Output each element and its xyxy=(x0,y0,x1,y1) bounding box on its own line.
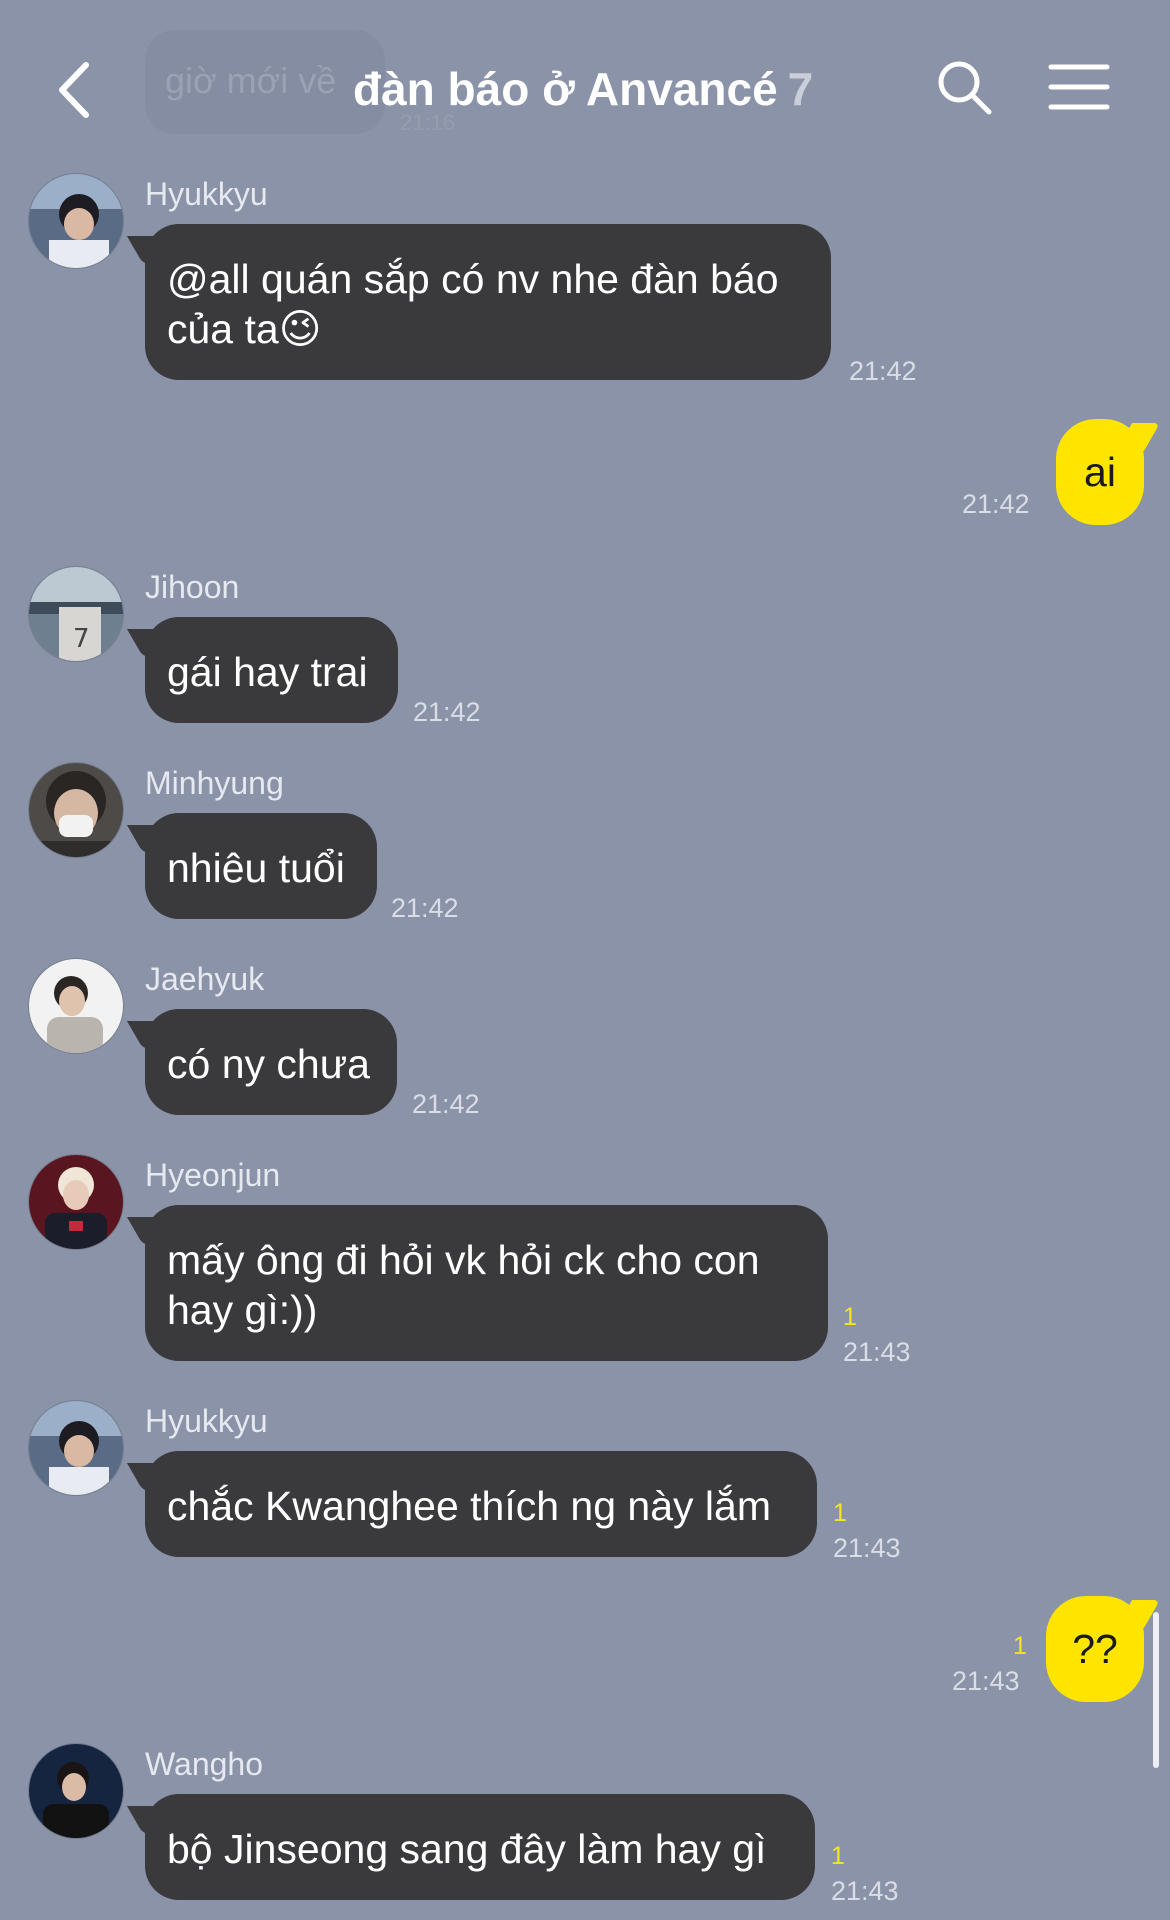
avatar-jaehyuk[interactable] xyxy=(29,959,123,1053)
message-text: mấy ông đi hỏi vk hỏi ck cho con hay gì:… xyxy=(167,1237,760,1333)
sender-name: Hyukkyu xyxy=(145,176,268,212)
sender-name: Wangho xyxy=(145,1746,263,1782)
message-time: 21:43 xyxy=(831,1876,899,1906)
scrollbar[interactable] xyxy=(1153,1612,1159,1768)
message-time: 21:42 xyxy=(412,1089,480,1119)
avatar-photo xyxy=(29,1744,123,1838)
message-text: ai xyxy=(1084,449,1116,495)
sender-name: Hyeonjun xyxy=(145,1157,281,1193)
message-text: bộ Jinseong sang đây làm hay gì xyxy=(167,1826,767,1872)
avatar-photo xyxy=(29,1401,123,1495)
chat-header: giờ mới về 21:16 đàn báo ở Anvancé 7 xyxy=(0,0,1170,180)
message-time: 21:43 xyxy=(833,1533,901,1563)
message-bubble[interactable]: mấy ông đi hỏi vk hỏi ck cho con hay gì:… xyxy=(145,1205,828,1361)
avatar-wangho[interactable] xyxy=(29,1744,123,1838)
menu-icon xyxy=(1048,64,1110,110)
unread-count: 1 xyxy=(1013,1632,1027,1660)
message-bubble[interactable]: có ny chưa xyxy=(145,1009,397,1115)
message-bubble[interactable]: @all quán sắp có nv nhe đàn báo của ta😉 xyxy=(145,224,831,380)
message-time: 21:42 xyxy=(391,893,459,923)
message-bubble[interactable]: nhiêu tuổi xyxy=(145,813,377,919)
search-button[interactable] xyxy=(935,58,995,118)
message-time: 21:43 xyxy=(843,1337,911,1367)
sender-name: Minhyung xyxy=(145,765,284,801)
message-text: ?? xyxy=(1072,1626,1118,1672)
chat-title-text: đàn báo ở Anvancé xyxy=(353,63,778,115)
avatar-photo xyxy=(29,1155,123,1249)
chat-title: đàn báo ở Anvancé 7 xyxy=(353,62,813,116)
sender-name: Hyukkyu xyxy=(145,1403,268,1439)
message-text: chắc Kwanghee thích ng này lắm xyxy=(167,1483,771,1529)
unread-count: 1 xyxy=(831,1842,845,1870)
svg-text:7: 7 xyxy=(73,624,90,654)
avatar-hyukkyu[interactable] xyxy=(29,1401,123,1495)
avatar-hyeonjun[interactable] xyxy=(29,1155,123,1249)
menu-button[interactable] xyxy=(1048,62,1110,112)
message-bubble[interactable]: bộ Jinseong sang đây làm hay gì xyxy=(145,1794,815,1900)
message-time: 21:42 xyxy=(962,489,1030,519)
avatar-minhyung[interactable] xyxy=(29,763,123,857)
unread-count: 1 xyxy=(833,1499,847,1527)
message-text: @all quán sắp có nv nhe đàn báo của ta😉 xyxy=(167,256,779,352)
message-text: có ny chưa xyxy=(167,1041,370,1087)
message-time: 21:42 xyxy=(849,356,917,386)
sender-name: Jihoon xyxy=(145,569,240,605)
previous-message-text: giờ mới về xyxy=(165,60,337,101)
back-button[interactable] xyxy=(48,55,104,125)
member-count: 7 xyxy=(787,63,814,115)
back-arrow-icon xyxy=(59,62,89,118)
message-text: nhiêu tuổi xyxy=(167,845,345,891)
avatar-hyukkyu[interactable] xyxy=(29,174,123,268)
sender-name: Jaehyuk xyxy=(145,961,265,997)
message-time: 21:42 xyxy=(413,697,481,727)
unread-count: 1 xyxy=(843,1303,857,1331)
avatar-jihoon[interactable]: 7 xyxy=(29,567,123,661)
my-message-bubble[interactable]: ai xyxy=(1056,419,1144,525)
avatar-photo: 7 xyxy=(29,567,123,661)
avatar-photo xyxy=(29,174,123,268)
avatar-photo xyxy=(29,763,123,857)
avatar-photo xyxy=(29,959,123,1053)
message-bubble[interactable]: chắc Kwanghee thích ng này lắm xyxy=(145,1451,817,1557)
search-icon xyxy=(938,61,992,115)
message-text: gái hay trai xyxy=(167,649,368,695)
message-bubble[interactable]: gái hay trai xyxy=(145,617,398,723)
message-time: 21:43 xyxy=(952,1666,1020,1696)
my-message-bubble[interactable]: ?? xyxy=(1046,1596,1144,1702)
